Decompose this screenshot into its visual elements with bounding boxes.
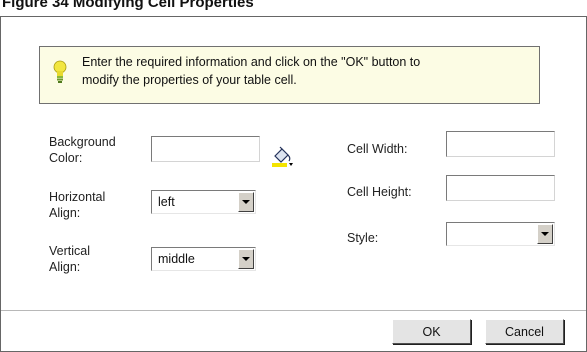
cell-height-input[interactable] [446,175,555,201]
background-color-input[interactable] [151,136,260,162]
lightbulb-icon [53,60,67,83]
horizontal-align-label: Horizontal Align: [49,190,106,220]
figure-caption: Figure 34 Modifying Cell Properties [2,0,254,11]
cancel-button[interactable]: Cancel [485,319,564,344]
info-message: Enter the required information and click… [82,53,532,89]
background-color-label: Background Color: [49,135,116,165]
cell-width-input[interactable] [446,131,555,157]
chevron-down-icon[interactable] [537,224,553,244]
vertical-align-value: middle [158,252,195,266]
horizontal-align-select[interactable]: left [151,190,256,214]
style-select[interactable] [446,222,555,246]
chevron-down-icon[interactable] [238,249,254,269]
cell-width-label: Cell Width: [347,142,408,156]
vertical-align-label: Vertical Align: [49,244,90,274]
ok-button[interactable]: OK [392,319,471,344]
cell-properties-dialog: Enter the required information and click… [0,16,587,352]
cell-height-label: Cell Height: [347,185,412,199]
chevron-down-icon[interactable] [238,192,254,212]
vertical-align-select[interactable]: middle [151,247,256,271]
horizontal-align-value: left [158,195,175,209]
paint-bucket-icon[interactable] [271,146,295,168]
style-label: Style: [347,231,379,245]
info-message-line: modify the properties of your table cell… [82,73,297,87]
dialog-footer: OK Cancel [1,310,586,351]
info-message-line: Enter the required information and click… [82,55,421,69]
info-box: Enter the required information and click… [39,46,540,104]
